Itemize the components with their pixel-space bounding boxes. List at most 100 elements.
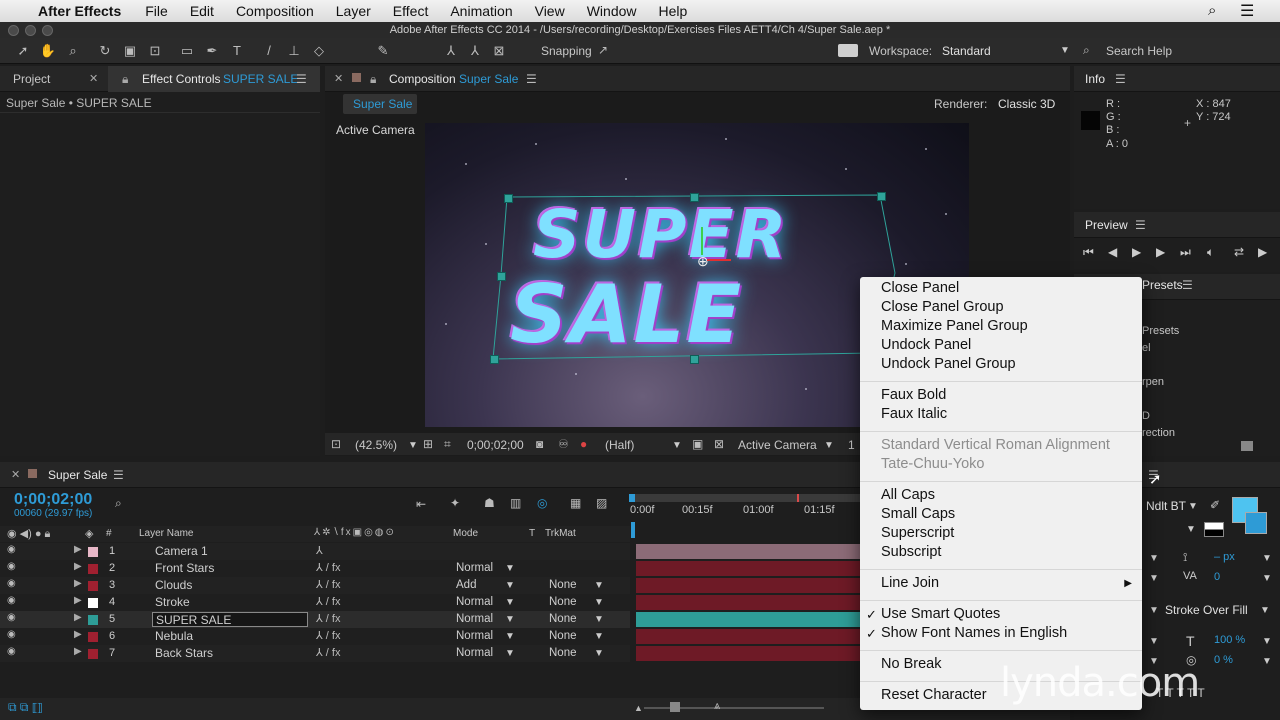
spotlight-icon[interactable]: ⌕ [1208, 2, 1216, 19]
trkmat-dropdown-icon[interactable]: ▼ [594, 597, 604, 608]
label-color-swatch[interactable] [88, 615, 98, 625]
font-dropdown-icon[interactable]: ▼ [1188, 501, 1198, 512]
transform-handle[interactable] [490, 355, 499, 364]
brush-tool-icon[interactable]: / [260, 42, 278, 60]
mode-dropdown-icon[interactable]: ▼ [505, 563, 515, 574]
rectangle-tool-icon[interactable]: ▭ [178, 42, 196, 60]
effects-item[interactable]: el [1142, 342, 1151, 354]
eye-icon[interactable]: ◉ [7, 612, 16, 623]
resolution-dropdown-icon[interactable]: ▼ [672, 440, 682, 451]
expand-arrow-icon[interactable]: ▶ [74, 646, 82, 657]
local-axis-icon[interactable]: ⅄ [442, 42, 460, 60]
menu-window[interactable]: Window [587, 3, 637, 19]
panel-menu-icon[interactable]: ☰ [296, 72, 307, 86]
expand-arrow-icon[interactable]: ▶ [74, 629, 82, 640]
region-icon[interactable]: ▣ [692, 437, 703, 451]
menu-help[interactable]: Help [659, 3, 688, 19]
menu-item-superscript[interactable]: Superscript [881, 525, 954, 541]
font-family-select[interactable]: Ndlt BT [1146, 499, 1186, 513]
stroke-color-swatch[interactable] [1245, 512, 1267, 534]
layer-switches-icon[interactable]: ⅄ / fx [316, 629, 340, 642]
lock-icon[interactable]: 🔒︎ [370, 72, 376, 87]
clone-stamp-tool-icon[interactable]: ⊥ [285, 42, 303, 60]
type-tool-icon[interactable]: T [228, 42, 246, 60]
camera-tool-icon[interactable]: ▣ [121, 42, 139, 60]
eyedropper-icon[interactable]: ✐ [1210, 498, 1220, 512]
play-icon[interactable]: ▶ [1132, 245, 1141, 259]
effects-item[interactable]: rpen [1142, 376, 1164, 388]
table-row[interactable]: ◉ ▶ 5 SUPER SALE ⅄ / fx Normal ▼ None ▼ [0, 611, 630, 628]
graph-editor-icon[interactable]: ▦ [570, 496, 581, 510]
graph-icon[interactable]: ▨ [596, 496, 607, 510]
stroke-width-dropdown-icon[interactable]: ▼ [1149, 605, 1159, 616]
draft-3d-icon[interactable]: ✦ [450, 496, 460, 510]
close-tab-icon[interactable]: ✕ [11, 468, 20, 481]
expand-arrow-icon[interactable]: ▶ [74, 561, 82, 572]
menu-item-maximize-panel-group[interactable]: Maximize Panel Group [881, 318, 1028, 334]
layer-duration-bar[interactable] [636, 561, 860, 576]
rotate-tool-icon[interactable]: ↻ [96, 42, 114, 60]
label-color-swatch[interactable] [88, 649, 98, 659]
menu-item-no-break[interactable]: No Break [881, 656, 941, 672]
eye-icon[interactable]: ◉ [7, 561, 16, 572]
eye-icon[interactable]: ◉ [7, 646, 16, 657]
tracking-dropdown-icon[interactable]: ▼ [1262, 573, 1272, 584]
layer-name[interactable]: Front Stars [152, 561, 308, 576]
font-style-dropdown-icon[interactable]: ▼ [1186, 524, 1196, 535]
menu-animation[interactable]: Animation [450, 3, 512, 19]
next-frame-icon[interactable]: ▶ [1156, 245, 1165, 259]
snapping-icon[interactable]: ↗ [598, 43, 608, 57]
zoom-tool-icon[interactable]: ⌕ [64, 42, 82, 60]
layer-duration-bar[interactable] [636, 629, 860, 644]
work-area-bar[interactable] [632, 494, 860, 502]
eraser-tool-icon[interactable]: ◇ [310, 42, 328, 60]
zoom-level[interactable]: (42.5%) [355, 438, 397, 452]
layer-switches-icon[interactable]: ⅄ / fx [316, 612, 340, 625]
layer-trkmat-select[interactable]: None [549, 579, 577, 591]
effects-title[interactable]: Presets [1142, 278, 1183, 292]
layer-name[interactable]: Back Stars [152, 646, 308, 661]
panel-menu-icon[interactable]: ☰ [526, 72, 537, 86]
menu-list-icon[interactable]: ☰ [1240, 1, 1254, 21]
work-area-start[interactable] [629, 494, 635, 502]
world-axis-icon[interactable]: ⅄ [466, 42, 484, 60]
menu-item-line-join[interactable]: Line Join [881, 575, 939, 591]
menu-item-faux-bold[interactable]: Faux Bold [881, 387, 946, 403]
tracking-value[interactable]: 0 [1214, 571, 1220, 583]
label-color-swatch[interactable] [88, 581, 98, 591]
menu-item-reset-character[interactable]: Reset Character [881, 687, 987, 703]
menu-item-all-caps[interactable]: All Caps [881, 487, 935, 503]
minimize-window-button[interactable] [25, 25, 36, 36]
app-menu[interactable]: After Effects [38, 3, 121, 19]
menu-item-small-caps[interactable]: Small Caps [881, 506, 955, 522]
layer-trkmat-select[interactable]: None [549, 630, 577, 642]
transform-handle[interactable] [690, 193, 699, 202]
ram-preview-icon[interactable]: ▶ [1258, 245, 1267, 259]
menu-item-faux-italic[interactable]: Faux Italic [881, 406, 947, 422]
workspace-dropdown-icon[interactable]: ▼ [1060, 45, 1070, 56]
first-frame-icon[interactable]: ⏮ [1083, 245, 1094, 260]
resolution-select[interactable]: (Half) [605, 438, 634, 452]
hand-tool-icon[interactable]: ✋ [39, 42, 57, 60]
layer-mode-select[interactable]: Normal [456, 647, 493, 659]
layer-mode-select[interactable]: Normal [456, 562, 493, 574]
layer-trkmat-select[interactable]: None [549, 596, 577, 608]
effects-item[interactable]: D [1142, 410, 1150, 422]
leading-dropdown-icon[interactable]: ▼ [1149, 553, 1159, 564]
layer-name[interactable]: Nebula [152, 629, 308, 644]
show-snapshot-icon[interactable]: ♾ [558, 437, 569, 451]
close-window-button[interactable] [8, 25, 19, 36]
default-colors-icon[interactable] [1204, 522, 1224, 537]
views-select[interactable]: 1 [848, 438, 855, 452]
hscale-dropdown-icon[interactable]: ▼ [1149, 636, 1159, 647]
frame-blending-icon[interactable]: ▥ [510, 496, 521, 510]
pen-tool-icon[interactable]: ✒ [203, 42, 221, 60]
layer-duration-bar[interactable] [636, 646, 860, 661]
layer-duration-bar[interactable] [636, 595, 860, 610]
camera-dropdown-icon[interactable]: ▼ [824, 440, 834, 451]
layer-mode-select[interactable]: Add [456, 579, 476, 591]
table-row[interactable]: ◉ ▶ 1 Camera 1 ⅄ [0, 543, 630, 560]
panel-menu-icon[interactable]: ☰ [1135, 218, 1146, 232]
menu-composition[interactable]: Composition [236, 3, 314, 19]
info-title[interactable]: Info [1085, 72, 1105, 86]
